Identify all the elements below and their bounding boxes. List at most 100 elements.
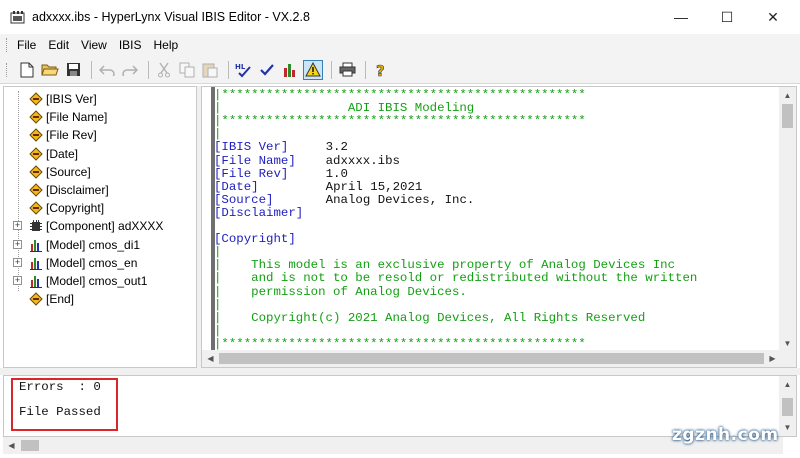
comment-line: | Copyright(c) 2021 Analog Devices, All …: [214, 310, 646, 325]
menu-edit[interactable]: Edit: [48, 38, 69, 52]
scroll-up-icon[interactable]: ▲: [779, 87, 796, 104]
ibis-keyword: [IBIS Ver]: [214, 140, 289, 155]
toolbar-separator: [148, 60, 149, 79]
toolbar-separator: [365, 60, 366, 79]
output-horizontal-scrollbar[interactable]: ◀: [3, 437, 783, 454]
output-vertical-scrollbar[interactable]: ▲ ▼: [779, 376, 796, 436]
ibis-value: 3.2: [325, 140, 348, 155]
ibis-keyword-line: [Copyright]: [214, 232, 326, 247]
diamond-icon: [28, 291, 44, 307]
ibis-keyword: [Source]: [214, 192, 274, 207]
tree-item[interactable]: + [Model] cmos_di1: [13, 236, 140, 254]
open-folder-icon[interactable]: [40, 60, 60, 80]
scroll-down-icon[interactable]: ▼: [779, 419, 796, 436]
scroll-thumb[interactable]: [219, 353, 764, 364]
tree-item-label: [Model] cmos_out1: [46, 274, 148, 288]
scroll-left-icon[interactable]: ◀: [202, 350, 219, 367]
component-chip-icon: [28, 218, 44, 234]
maximize-button[interactable]: ☐: [704, 0, 750, 34]
expand-icon[interactable]: +: [13, 276, 22, 285]
check-icon[interactable]: [257, 60, 277, 80]
toolbar-grip: [6, 62, 9, 77]
help-icon[interactable]: ?: [371, 60, 391, 80]
scroll-up-icon[interactable]: ▲: [779, 376, 796, 393]
ibis-value: April 15,2021: [325, 179, 423, 194]
menu-ibis[interactable]: IBIS: [119, 38, 142, 52]
diamond-icon: [28, 109, 44, 125]
tree-item[interactable]: [File Rev]: [28, 126, 97, 144]
print-icon[interactable]: [337, 60, 357, 80]
toolbar: HL ?: [0, 56, 800, 84]
diamond-icon: [28, 127, 44, 143]
tree-item[interactable]: [Source]: [28, 163, 91, 181]
diamond-icon: [28, 146, 44, 162]
redo-icon[interactable]: [120, 60, 140, 80]
cut-icon[interactable]: [154, 60, 174, 80]
toolbar-separator: [331, 60, 332, 79]
ibis-tree-view[interactable]: [IBIS Ver] [File Name] [File Rev] [Date] [So…: [3, 86, 197, 368]
horizontal-splitter[interactable]: [0, 368, 800, 375]
scroll-left-icon[interactable]: ◀: [3, 437, 20, 454]
tree-item-label: [Disclaimer]: [46, 183, 109, 197]
diamond-icon: [28, 200, 44, 216]
copy-icon[interactable]: [177, 60, 197, 80]
tree-item[interactable]: [Disclaimer]: [28, 181, 109, 199]
save-icon[interactable]: [63, 60, 83, 80]
chart-icon[interactable]: [280, 60, 300, 80]
svg-text:?: ?: [376, 62, 385, 78]
paste-icon[interactable]: [200, 60, 220, 80]
diamond-icon: [28, 182, 44, 198]
menu-file[interactable]: File: [17, 38, 36, 52]
scroll-thumb[interactable]: [782, 398, 793, 416]
warning-icon[interactable]: [303, 59, 323, 80]
diamond-icon: [28, 164, 44, 180]
ibis-value: 1.0: [325, 166, 348, 181]
ibis-value: Analog Devices, Inc.: [325, 192, 475, 207]
menu-help[interactable]: Help: [154, 38, 179, 52]
tree-item-label: [End]: [46, 292, 75, 307]
editor-horizontal-scrollbar[interactable]: ◀ ▶: [202, 350, 781, 367]
comment-line: |***************************************…: [214, 114, 586, 129]
ibis-text-editor[interactable]: |***************************************…: [201, 86, 797, 368]
tree-item-label: [Component] adXXXX: [46, 219, 164, 234]
editor-code-area[interactable]: |***************************************…: [214, 87, 774, 363]
hyperlynx-check-icon[interactable]: HL: [234, 60, 254, 80]
scroll-thumb[interactable]: [21, 440, 39, 451]
undo-icon[interactable]: [97, 60, 117, 80]
scroll-thumb[interactable]: [782, 104, 793, 128]
tree-item[interactable]: [File Name]: [28, 108, 107, 126]
tree-item[interactable]: + [Model] cmos_out1: [13, 272, 148, 290]
close-button[interactable]: ✕: [750, 0, 796, 34]
expand-icon[interactable]: +: [13, 221, 22, 231]
expand-icon[interactable]: +: [13, 239, 22, 249]
ibis-value: adxxxx.ibs: [325, 153, 400, 168]
ibis-keyword: [File Name]: [214, 153, 296, 168]
comment-line: | permission of Analog Devices.: [214, 284, 467, 299]
model-chart-icon: [28, 273, 44, 289]
tree-item[interactable]: + [Model] cmos_en: [13, 254, 137, 272]
ibis-keyword-line: [Disclaimer]: [214, 206, 326, 221]
minimize-button[interactable]: —: [658, 0, 704, 34]
title-bar: adxxxx.ibs - HyperLynx Visual IBIS Edito…: [0, 0, 800, 34]
tree-item-label: [File Name]: [46, 110, 108, 125]
expand-icon[interactable]: +: [13, 257, 22, 267]
tree-item[interactable]: [Date]: [28, 145, 78, 163]
ibis-keyword: [File Rev]: [214, 166, 289, 181]
tree-item[interactable]: [IBIS Ver]: [28, 90, 97, 108]
comment-line: | and is not to be resold or redistribut…: [214, 271, 698, 286]
tree-item[interactable]: [End]: [28, 290, 74, 308]
tree-item-label: [Copyright]: [46, 201, 105, 216]
menu-bar: File Edit View IBIS Help: [0, 34, 800, 56]
tree-item-label: [Source]: [46, 164, 91, 179]
tree-item[interactable]: [Copyright]: [28, 199, 104, 217]
ibis-keyword: [Date]: [214, 179, 259, 194]
file-status: File Passed: [19, 405, 101, 419]
model-chart-icon: [28, 255, 44, 271]
app-icon: [10, 11, 25, 24]
tree-item-label: [Date]: [46, 146, 79, 161]
errors-count: Errors : 0: [19, 380, 101, 394]
editor-vertical-scrollbar[interactable]: ▲ ▼: [779, 87, 796, 352]
menu-view[interactable]: View: [81, 38, 107, 52]
tree-item[interactable]: + [Component] adXXXX: [13, 217, 164, 235]
new-file-icon[interactable]: [17, 60, 37, 80]
